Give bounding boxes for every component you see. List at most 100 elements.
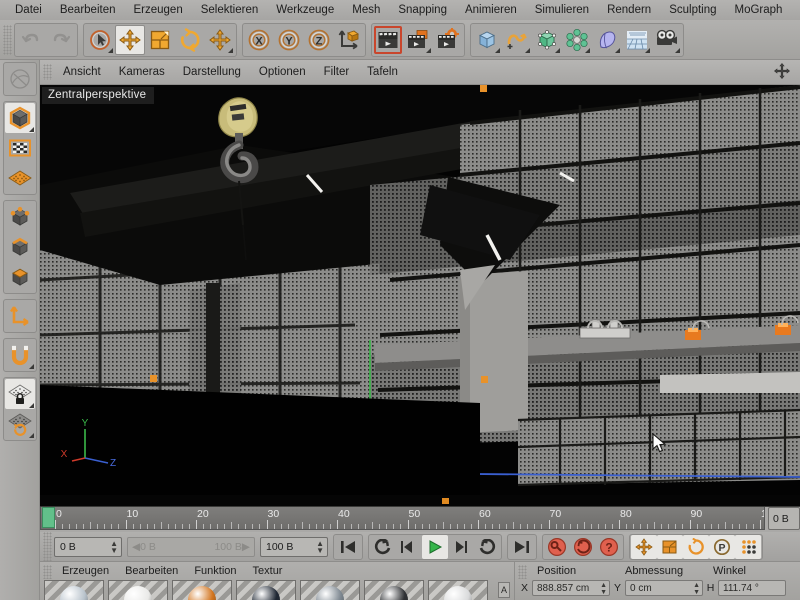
current-frame-field[interactable]: 0 B ▲ ▼	[54, 536, 122, 557]
size-y-field[interactable]: 0 cm ▲ ▼	[625, 580, 703, 596]
menu-item-snapping[interactable]: Snapping	[389, 0, 456, 20]
menu-item-datei[interactable]: Datei	[6, 0, 51, 20]
redo-button[interactable]	[46, 24, 76, 55]
workplane-align-button[interactable]	[5, 409, 35, 439]
camera-button[interactable]	[652, 24, 682, 55]
timeline-end-field[interactable]: 0 B	[768, 507, 800, 530]
position-x-field[interactable]: 888.857 cm ▲ ▼	[532, 580, 610, 596]
viewport-perspective[interactable]: Zentralperspektive Y Z X	[40, 85, 800, 495]
bend-deformer-button[interactable]	[592, 24, 622, 55]
spline-pen-button[interactable]	[502, 24, 532, 55]
keyframe-selection-button[interactable]: ?	[596, 535, 622, 559]
preview-range-right-arrow[interactable]: ▶	[242, 541, 250, 553]
angle-h-field[interactable]: 111.74 °	[718, 580, 786, 596]
record-active-objects-button[interactable]	[544, 535, 570, 559]
previous-key-button[interactable]	[370, 535, 396, 559]
enable-axis-button[interactable]	[5, 301, 35, 331]
lock-z-axis-button[interactable]: Z	[304, 24, 334, 55]
record-position-button[interactable]	[631, 534, 657, 559]
menu-item-mesh[interactable]: Mesh	[343, 0, 389, 20]
render-settings-button[interactable]	[433, 24, 463, 55]
timeline-playhead[interactable]	[42, 507, 55, 528]
array-deformer-button[interactable]	[562, 24, 592, 55]
model-mode-button[interactable]	[4, 103, 35, 133]
viewport-pan-icon[interactable]	[774, 62, 790, 82]
menu-item-werkzeuge[interactable]: Werkzeuge	[267, 0, 343, 20]
autokeying-button[interactable]	[570, 535, 596, 559]
render-region-button[interactable]	[403, 24, 433, 55]
timeline-keyframe-track[interactable]	[40, 495, 800, 507]
material-menu-grip[interactable]	[43, 565, 52, 579]
material-swatch[interactable]	[428, 580, 488, 600]
next-key-button[interactable]	[474, 535, 500, 559]
stepper-icon[interactable]: ▲ ▼	[110, 539, 118, 554]
material-scroll-indicator[interactable]: A	[498, 582, 510, 598]
record-pla-button[interactable]	[735, 534, 761, 559]
points-mode-button[interactable]	[5, 202, 35, 232]
stepper-icon[interactable]: ▲ ▼	[316, 539, 324, 554]
menu-item-rendern[interactable]: Rendern	[598, 0, 660, 20]
viewport-menu-item-ansicht[interactable]: Ansicht	[54, 60, 110, 85]
polygons-mode-button[interactable]	[5, 262, 35, 292]
material-swatch[interactable]	[172, 580, 232, 600]
menu-item-simulieren[interactable]: Simulieren	[526, 0, 598, 20]
live-selection-button[interactable]	[85, 24, 115, 55]
snap-magnet-button[interactable]	[5, 340, 35, 370]
material-list[interactable]	[40, 580, 514, 600]
record-scale-button[interactable]	[657, 534, 683, 559]
viewport-menu-item-kameras[interactable]: Kameras	[110, 60, 174, 85]
workplane-lock-button[interactable]	[4, 379, 35, 409]
material-swatch[interactable]	[364, 580, 424, 600]
go-to-end-button[interactable]	[509, 535, 535, 559]
stepper-icon[interactable]: ▲ ▼	[600, 582, 607, 596]
menu-item-bearbeiten[interactable]: Bearbeiten	[51, 0, 125, 20]
preview-range-field[interactable]: ◀ 0 B 100 B ▶	[127, 536, 255, 557]
step-forward-button[interactable]	[448, 535, 474, 559]
menu-item-mograph[interactable]: MoGraph	[726, 0, 792, 20]
play-forward-button[interactable]	[422, 534, 448, 559]
scale-tool-button[interactable]	[145, 24, 175, 55]
record-rotation-button[interactable]	[683, 534, 709, 559]
move-tool-button[interactable]	[115, 24, 145, 55]
lock-y-axis-button[interactable]: Y	[274, 24, 304, 55]
material-menu-item-textur[interactable]: Textur	[245, 562, 291, 580]
world-axis-move-button[interactable]	[205, 24, 235, 55]
stepper-icon[interactable]: ▲ ▼	[693, 582, 700, 596]
coordinate-system-button[interactable]	[334, 24, 364, 55]
viewport-menu-item-tafeln[interactable]: Tafeln	[358, 60, 407, 85]
step-back-button[interactable]	[396, 535, 422, 559]
menu-item-selektieren[interactable]: Selektieren	[192, 0, 268, 20]
floor-environment-button[interactable]	[622, 24, 652, 55]
nurbs-generator-button[interactable]	[532, 24, 562, 55]
material-menu-item-erzeugen[interactable]: Erzeugen	[54, 562, 117, 580]
preview-range-left-arrow[interactable]: ◀	[132, 541, 140, 553]
menu-item-charakter[interactable]: Charakter	[791, 0, 800, 20]
edges-mode-button[interactable]	[5, 232, 35, 262]
viewport-menu-item-optionen[interactable]: Optionen	[250, 60, 315, 85]
menu-item-sculpting[interactable]: Sculpting	[660, 0, 725, 20]
render-view-button[interactable]	[373, 24, 403, 55]
rotate-tool-button[interactable]	[175, 24, 205, 55]
lock-x-axis-button[interactable]: X	[244, 24, 274, 55]
menu-item-animieren[interactable]: Animieren	[456, 0, 526, 20]
timeline-key-marker[interactable]	[441, 498, 449, 504]
undo-button[interactable]	[16, 24, 46, 55]
go-to-start-button[interactable]	[335, 535, 361, 559]
viewport-menu-item-filter[interactable]: Filter	[315, 60, 359, 85]
material-swatch[interactable]	[108, 580, 168, 600]
coordinates-grip[interactable]	[518, 565, 527, 579]
workplane-mode-button[interactable]	[5, 163, 35, 193]
viewport-menu-item-darstellung[interactable]: Darstellung	[174, 60, 250, 85]
record-parameter-button[interactable]: P	[709, 534, 735, 559]
timeline-ruler[interactable]: 0 10 20 30 40 50 60 70 80 90 100	[40, 507, 765, 530]
viewport-menu-grip[interactable]	[43, 64, 52, 80]
material-swatch[interactable]	[44, 580, 104, 600]
material-menu-item-funktion[interactable]: Funktion	[186, 562, 244, 580]
end-frame-field[interactable]: 100 B ▲ ▼	[260, 536, 328, 557]
material-swatch[interactable]	[300, 580, 360, 600]
material-swatch[interactable]	[236, 580, 296, 600]
transport-grip[interactable]	[43, 531, 52, 562]
texture-mode-button[interactable]	[5, 133, 35, 163]
material-menu-item-bearbeiten[interactable]: Bearbeiten	[117, 562, 186, 580]
cube-primitive-button[interactable]	[472, 24, 502, 55]
